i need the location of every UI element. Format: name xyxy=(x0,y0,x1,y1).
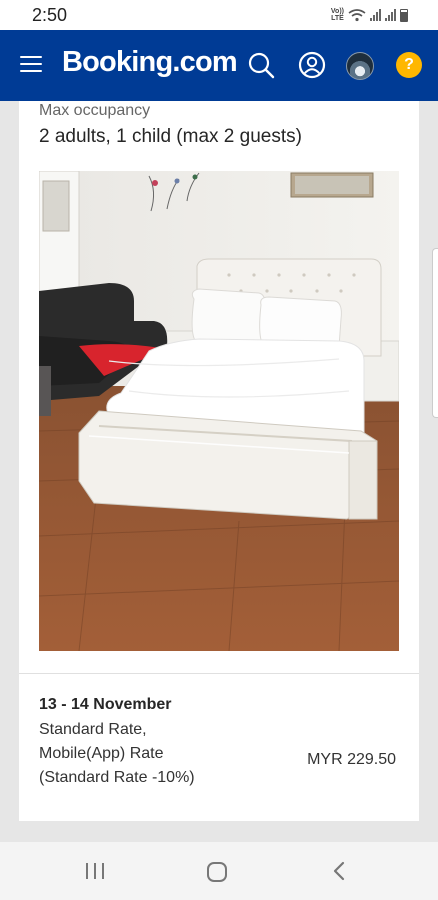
occupancy-value: 2 adults, 1 child (max 2 guests) xyxy=(39,126,302,147)
system-nav-bar xyxy=(0,842,438,900)
status-bar: 2:50 Vo)) LTE xyxy=(0,0,438,30)
help-icon[interactable]: ? xyxy=(396,52,422,78)
divider xyxy=(19,673,419,674)
signal-icon xyxy=(385,9,396,21)
search-icon[interactable] xyxy=(246,50,276,80)
brand-logo[interactable]: Booking.com xyxy=(62,46,238,79)
account-icon[interactable] xyxy=(297,50,327,80)
menu-icon[interactable] xyxy=(20,56,42,74)
bedroom-photo[interactable] xyxy=(39,171,399,651)
room-card: Max occupancy 2 adults, 1 child (max 2 g… xyxy=(19,101,419,821)
app-header: Booking.com ? xyxy=(0,30,438,101)
signal-icon xyxy=(370,9,381,21)
edge-panel-handle[interactable] xyxy=(432,248,438,418)
stay-dates: 13 - 14 November xyxy=(39,696,172,713)
recent-apps-icon[interactable] xyxy=(84,860,106,882)
rate-line: Standard Rate, xyxy=(39,721,147,738)
status-icons: Vo)) LTE xyxy=(331,7,408,23)
battery-icon xyxy=(400,8,408,22)
status-time: 2:50 xyxy=(32,5,68,25)
avatar[interactable] xyxy=(346,52,374,80)
room-price: MYR 229.50 xyxy=(307,751,396,768)
home-icon[interactable] xyxy=(205,860,229,884)
wifi-icon xyxy=(348,9,366,22)
occupancy-label: Max occupancy xyxy=(39,102,151,119)
volte-icon: Vo)) LTE xyxy=(330,8,344,22)
rate-line: (Standard Rate -10%) xyxy=(39,769,195,786)
back-icon[interactable] xyxy=(330,860,348,882)
rate-line: Mobile(App) Rate xyxy=(39,745,164,762)
